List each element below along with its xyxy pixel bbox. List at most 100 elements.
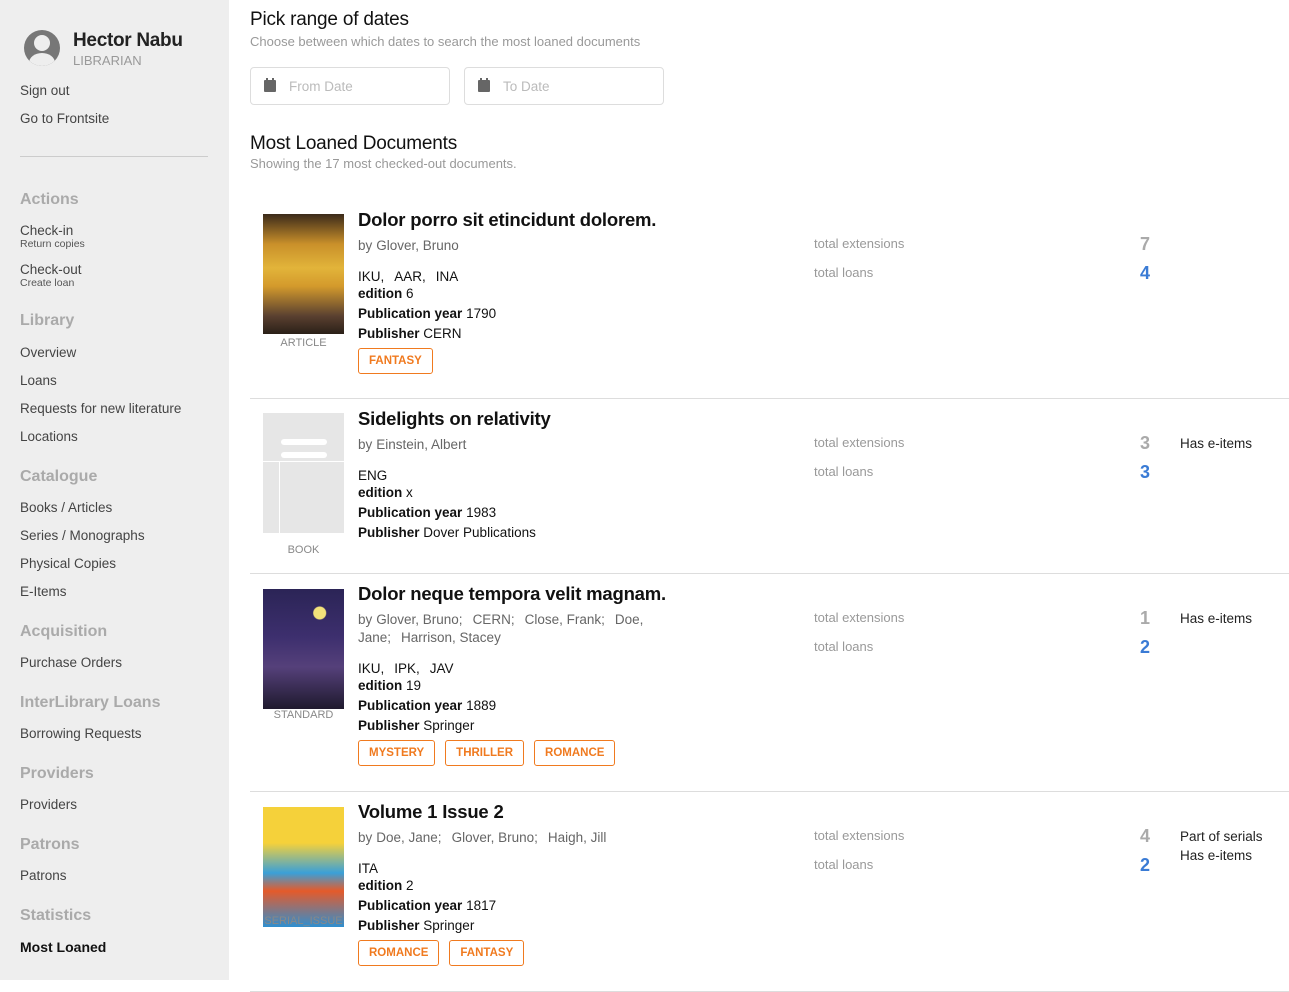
sidebar-item-physical-copies[interactable]: Physical Copies — [20, 556, 116, 571]
sidebar-item-checkin[interactable]: Check-in Return copies — [20, 223, 85, 250]
sidebar-item-most-loaned[interactable]: Most Loaned — [20, 939, 106, 955]
sidebar-item-overview[interactable]: Overview — [20, 345, 76, 360]
document-item: STANDARD Dolor neque tempora velit magnam… — [250, 574, 1289, 792]
document-title[interactable]: Sidelights on relativity — [358, 408, 698, 430]
extensions-label: total extensions — [814, 236, 905, 251]
sidebar-item-providers[interactable]: Providers — [20, 797, 77, 812]
section-acquisition: Acquisition — [20, 623, 108, 640]
tag-romance[interactable]: ROMANCE — [534, 740, 616, 766]
sidebar-item-locations[interactable]: Locations — [20, 429, 78, 444]
edition-label: edition — [358, 678, 403, 693]
from-date-input[interactable]: From Date — [250, 67, 450, 105]
document-title[interactable]: Dolor neque tempora velit magnam. — [358, 583, 698, 605]
cover-image[interactable] — [263, 589, 344, 709]
section-catalogue: Catalogue — [20, 468, 98, 485]
loans-label: total loans — [814, 639, 874, 654]
authors: by Einstein, Albert — [358, 436, 698, 454]
authors: by Doe, Jane; Glover, Bruno; Haigh, Jill — [358, 829, 698, 847]
cover-image[interactable] — [263, 807, 344, 927]
extensions-label: total extensions — [814, 435, 905, 450]
author-link[interactable]: Haigh, Jill — [548, 830, 607, 845]
sidebar-item-borrowing-requests[interactable]: Borrowing Requests — [20, 726, 142, 741]
pubyear-label: Publication year — [358, 698, 463, 713]
document-title[interactable]: Volume 1 Issue 2 — [358, 801, 698, 823]
document-item: SERIAL_ISSUE Volume 1 Issue 2 by Doe, Jane;… — [250, 792, 1289, 992]
by-label: by — [358, 437, 373, 452]
tag-fantasy[interactable]: FANTASY — [358, 348, 433, 374]
range-title: Pick range of dates — [250, 9, 409, 30]
extensions-count: 3 — [1139, 433, 1150, 453]
sidebar-item-series[interactable]: Series / Monographs — [20, 528, 145, 543]
document-title[interactable]: Dolor porro sit etincidunt dolorem. — [358, 209, 698, 231]
pubyear-value: 1790 — [466, 306, 497, 321]
loans-count: 2 — [1139, 855, 1150, 875]
to-date-placeholder: To Date — [503, 78, 550, 94]
document-flag: Has e-items — [1180, 436, 1253, 451]
language: IKU, — [358, 661, 385, 676]
publisher-label: Publisher — [358, 718, 420, 733]
edition: edition x — [358, 483, 698, 503]
section-ill: InterLibrary Loans — [20, 694, 161, 711]
language: IKU, — [358, 269, 385, 284]
author-link[interactable]: Einstein, Albert — [376, 437, 466, 452]
publisher-label: Publisher — [358, 918, 420, 933]
loans-count: 3 — [1139, 462, 1150, 482]
edition-label: edition — [358, 485, 403, 500]
publisher: Publisher Springer — [358, 716, 698, 736]
languages: ITA — [358, 861, 698, 876]
sidebar-item-purchase-orders[interactable]: Purchase Orders — [20, 655, 122, 670]
sidebar-item-eitems[interactable]: E-Items — [20, 584, 67, 599]
author-link[interactable]: Doe, Jane; — [376, 830, 441, 845]
checkout-sublabel: Create loan — [20, 277, 75, 289]
sidebar-item-checkout[interactable]: Check-out Create loan — [20, 262, 82, 289]
extensions-count: 7 — [1139, 234, 1150, 254]
language: IPK, — [394, 661, 420, 676]
to-date-input[interactable]: To Date — [464, 67, 664, 105]
publisher-value: Springer — [423, 918, 475, 933]
cover-image[interactable] — [263, 413, 344, 533]
user-avatar-icon — [24, 30, 60, 66]
author-link[interactable]: Close, Frank; — [525, 612, 605, 627]
edition-value: 19 — [406, 678, 422, 693]
tag-romance[interactable]: ROMANCE — [358, 940, 440, 966]
document-flag: Has e-items — [1180, 611, 1253, 626]
loans-count: 4 — [1139, 263, 1150, 283]
language: INA — [435, 269, 459, 284]
by-label: by — [358, 830, 373, 845]
sidebar: Hector Nabu LIBRARIAN Sign out Go to Fro… — [0, 0, 229, 980]
language: ENG — [358, 468, 388, 483]
author-link[interactable]: Glover, Bruno — [376, 238, 459, 253]
document-item: ARTICLE Dolor porro sit etincidunt dolore… — [250, 200, 1289, 399]
sidebar-item-patrons[interactable]: Patrons — [20, 868, 67, 883]
authors: by Glover, Bruno; CERN; Close, Frank; Doe, J… — [358, 611, 698, 647]
sidebar-item-loans[interactable]: Loans — [20, 373, 57, 388]
sign-out-link[interactable]: Sign out — [20, 83, 70, 98]
publisher-value: CERN — [423, 326, 462, 341]
section-patrons: Patrons — [20, 836, 80, 853]
tag-fantasy[interactable]: FANTASY — [449, 940, 525, 966]
loans-count: 2 — [1139, 637, 1150, 657]
edition: edition 6 — [358, 284, 698, 304]
languages: IKU, AAR, INA — [358, 269, 698, 284]
pubyear-label: Publication year — [358, 306, 463, 321]
list-title: Most Loaned Documents — [250, 133, 458, 154]
edition-value: 2 — [406, 878, 414, 893]
pubyear-label: Publication year — [358, 505, 463, 520]
languages: IKU, IPK, JAV — [358, 661, 698, 676]
edition-value: 6 — [406, 286, 414, 301]
sidebar-item-requests[interactable]: Requests for new literature — [20, 401, 181, 416]
author-link[interactable]: Harrison, Stacey — [401, 630, 501, 645]
tag-mystery[interactable]: MYSTERY — [358, 740, 436, 766]
frontsite-link[interactable]: Go to Frontsite — [20, 111, 109, 126]
author-link[interactable]: Glover, Bruno; — [376, 612, 462, 627]
sidebar-divider — [20, 156, 208, 157]
checkin-sublabel: Return copies — [20, 238, 85, 250]
author-link[interactable]: CERN; — [473, 612, 515, 627]
calendar-icon — [478, 78, 490, 92]
list-subtitle: Showing the 17 most checked-out document… — [250, 156, 517, 171]
author-link[interactable]: Glover, Bruno; — [452, 830, 538, 845]
cover-image[interactable] — [263, 214, 344, 334]
tag-thriller[interactable]: THRILLER — [445, 740, 525, 766]
document-flag: Has e-items — [1180, 848, 1253, 863]
sidebar-item-books[interactable]: Books / Articles — [20, 500, 112, 515]
